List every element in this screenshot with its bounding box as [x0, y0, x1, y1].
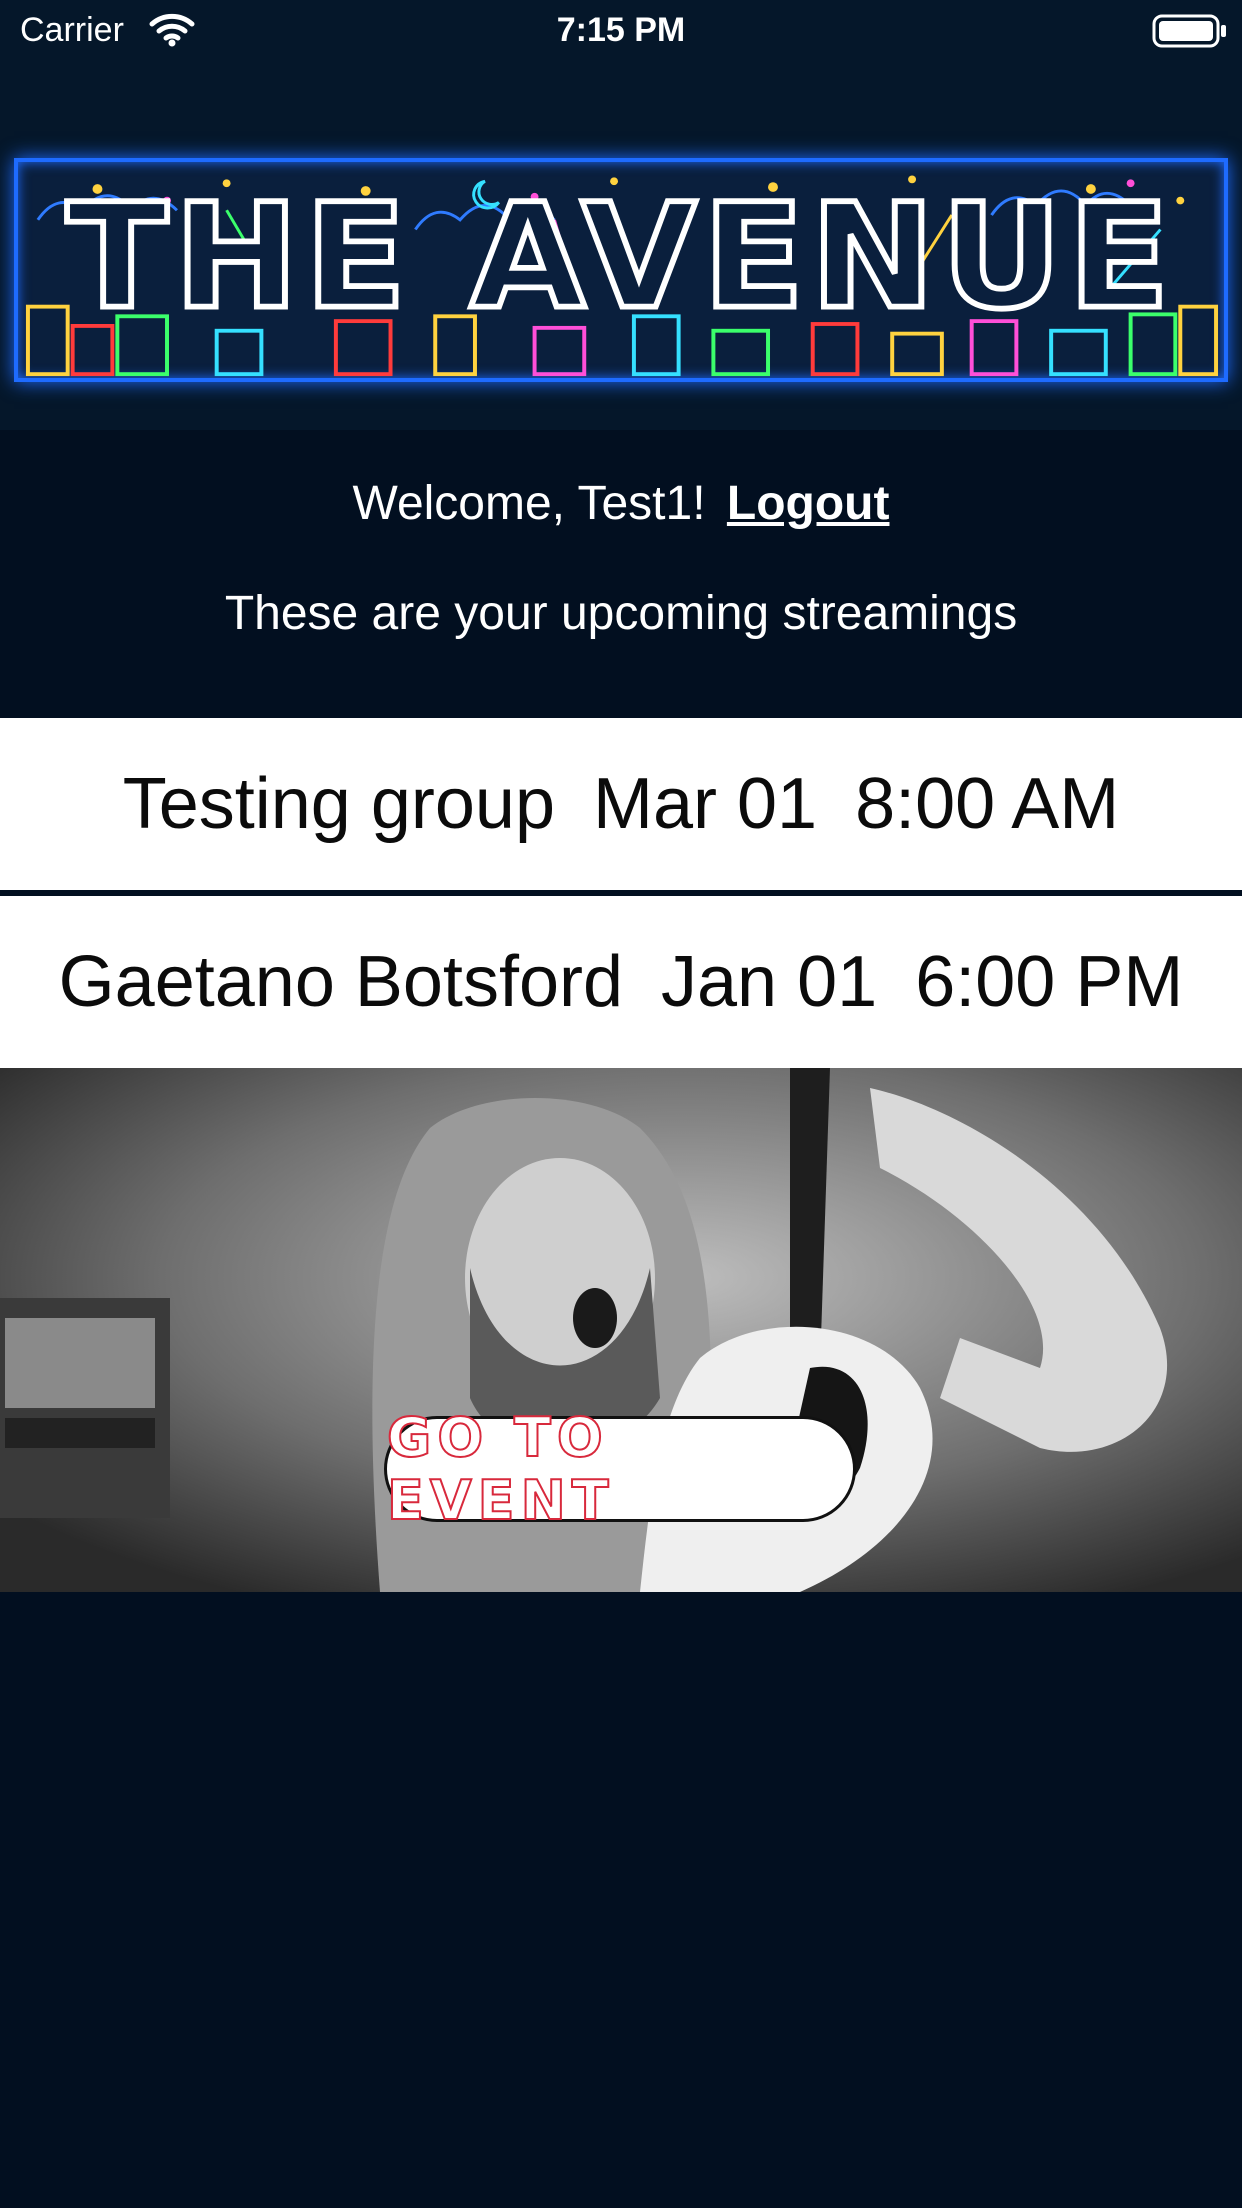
go-to-event-button[interactable]: GO TO EVENT [384, 1405, 856, 1533]
clock: 7:15 PM [556, 11, 686, 49]
battery-icon [1152, 14, 1228, 48]
stream-row[interactable]: Testing group Mar 01 8:00 AM [0, 718, 1242, 890]
welcome-greeting: Welcome, Test1! [352, 477, 706, 530]
the-avenue-logo: THE AVENUE [14, 158, 1228, 382]
stream-row[interactable]: Gaetano Botsford Jan 01 6:00 PM [0, 896, 1242, 1068]
stream-time: 6:00 PM [915, 942, 1184, 1022]
welcome-line: Welcome, Test1! Logout [0, 474, 1242, 534]
logo-title: THE AVENUE [66, 173, 1175, 341]
upcoming-subtitle: These are your upcoming streamings [224, 587, 1018, 640]
go-to-event-label: GO TO EVENT [386, 1405, 615, 1533]
stream-date: Jan 01 [661, 942, 878, 1022]
app-screen: Carrier 7:15 PM THE AVENUE Welcome, Test… [0, 0, 1242, 2208]
status-bar: Carrier 7:15 PM [0, 0, 1242, 60]
stream-name: Gaetano Botsford [58, 942, 624, 1022]
stream-name: Testing group [122, 764, 555, 844]
logout-link[interactable]: Logout [727, 477, 890, 530]
stream-date: Mar 01 [593, 764, 818, 844]
stream-time: 8:00 AM [855, 764, 1120, 844]
